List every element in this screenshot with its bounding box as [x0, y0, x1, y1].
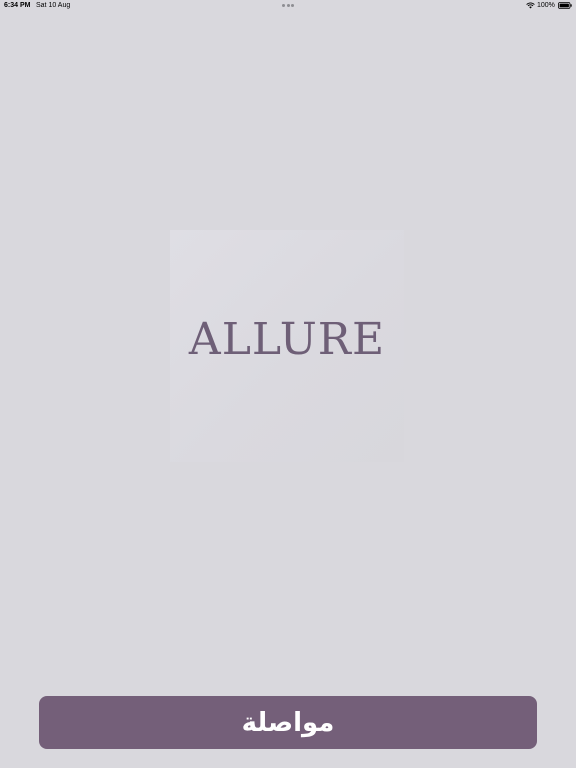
- allure-logo: ALLURE: [188, 314, 386, 365]
- multitask-dots-icon[interactable]: [282, 4, 294, 7]
- battery-icon: [558, 2, 572, 9]
- status-bar: 6:34 PM Sat 10 Aug 100%: [0, 0, 576, 12]
- status-time: 6:34 PM: [4, 2, 31, 9]
- continue-button[interactable]: مواصلة: [39, 696, 537, 749]
- wifi-icon: [526, 2, 535, 9]
- logo-card: ALLURE: [170, 230, 404, 462]
- battery-percent: 100%: [537, 2, 555, 9]
- status-date: Sat 10 Aug: [36, 2, 71, 9]
